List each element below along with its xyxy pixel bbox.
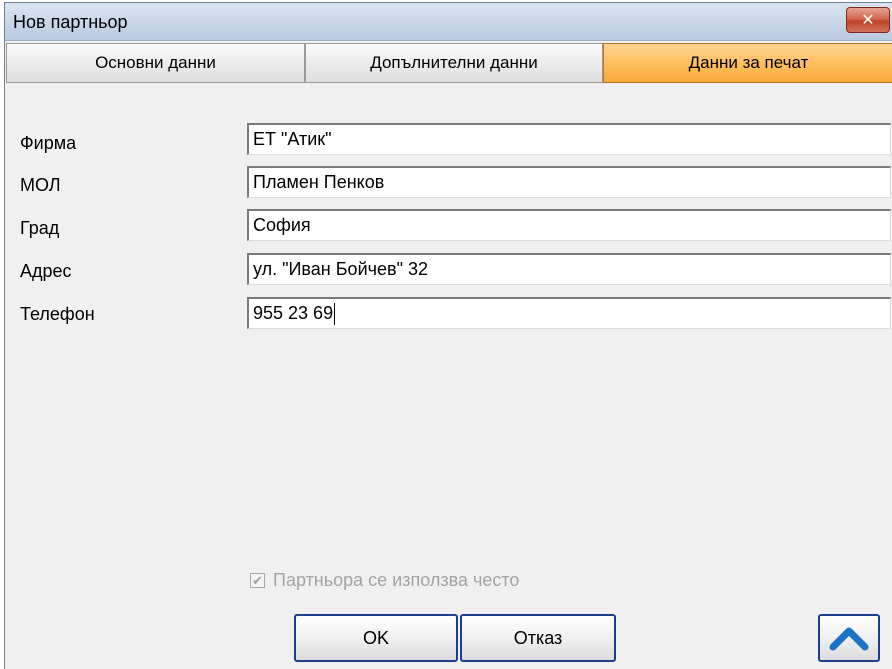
cancel-button[interactable]: Отказ bbox=[460, 614, 616, 662]
tab-bar: Основни данни Допълнителни данни Данни з… bbox=[6, 43, 892, 83]
phone-label: Телефон bbox=[20, 304, 95, 324]
title-bar[interactable]: Нов партньор ✕ bbox=[5, 3, 892, 41]
frequent-partner-label: Партньора се използва често bbox=[273, 570, 520, 590]
mol-field[interactable]: Пламен Пенков bbox=[247, 166, 891, 198]
company-label: Фирма bbox=[20, 133, 77, 153]
ok-button[interactable]: OK bbox=[294, 614, 458, 662]
frequent-partner-checkbox-row[interactable]: ✔ Партньора се използва често bbox=[250, 570, 519, 591]
city-field[interactable]: София bbox=[247, 209, 891, 241]
address-field[interactable]: ул. "Иван Бойчев" 32 bbox=[247, 253, 891, 285]
city-label: Град bbox=[20, 218, 60, 238]
close-button[interactable]: ✕ bbox=[846, 7, 890, 33]
text-caret bbox=[334, 303, 336, 326]
company-field[interactable]: ЕТ "Атик" bbox=[247, 123, 891, 155]
chevron-up-icon bbox=[829, 627, 869, 651]
dialog-window: Нов партньор ✕ Основни данни Допълнителн… bbox=[4, 2, 892, 669]
window-title: Нов партньор bbox=[13, 12, 128, 32]
address-label: Адрес bbox=[20, 261, 72, 281]
close-icon: ✕ bbox=[861, 12, 875, 29]
phone-value: 955 23 69 bbox=[253, 303, 334, 323]
scroll-up-button[interactable] bbox=[818, 614, 880, 662]
tab-print-data[interactable]: Данни за печат bbox=[603, 43, 892, 83]
tab-basic-data[interactable]: Основни данни bbox=[6, 43, 305, 83]
mol-label: МОЛ bbox=[20, 175, 61, 195]
tab-additional-data[interactable]: Допълнителни данни bbox=[305, 43, 603, 83]
frequent-partner-checkbox[interactable]: ✔ bbox=[250, 573, 265, 588]
phone-field[interactable]: 955 23 69 bbox=[247, 297, 891, 329]
